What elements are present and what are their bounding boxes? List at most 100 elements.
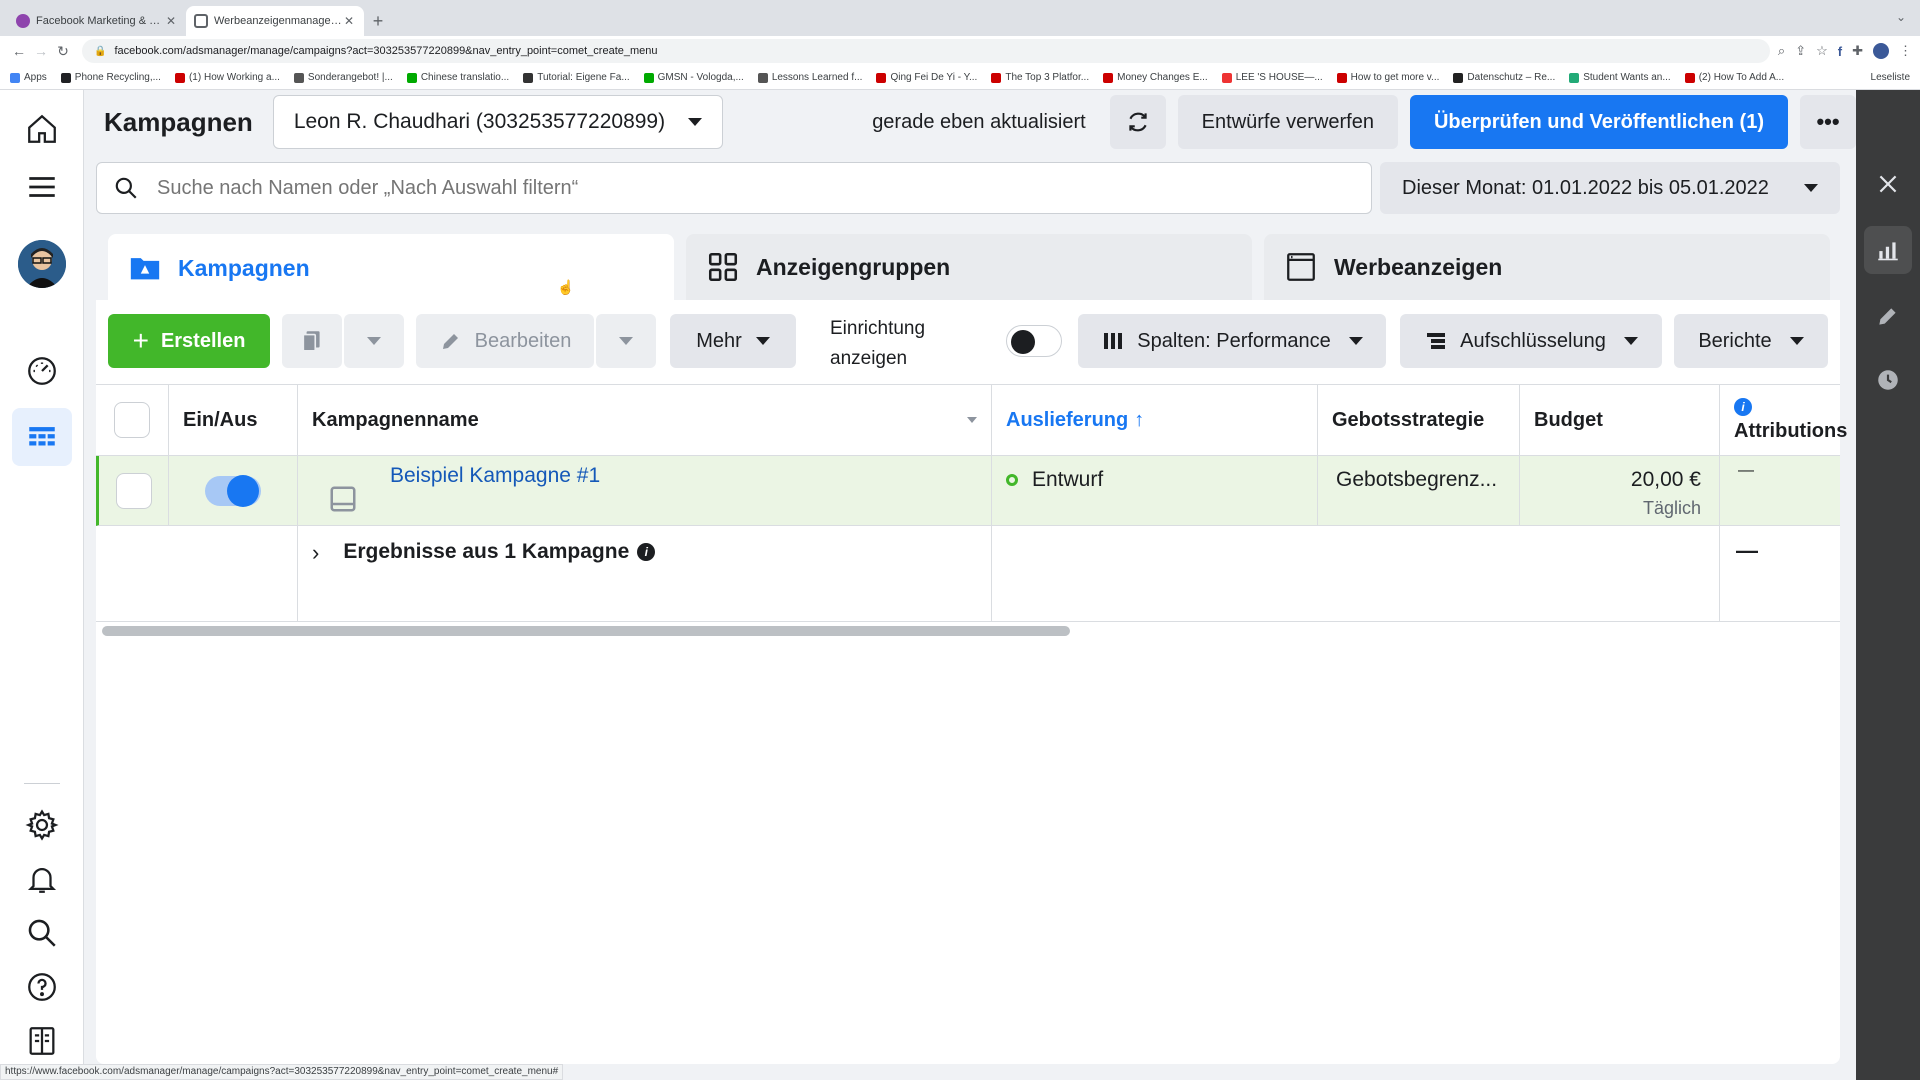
browser-tab-2[interactable]: Werbeanzeigenmanager - Wer ✕	[186, 6, 364, 36]
sidebar-toggle-icon[interactable]	[12, 1012, 72, 1070]
summary-metrics-cell	[992, 526, 1720, 621]
ads-manager-table-icon[interactable]	[12, 408, 72, 466]
account-selector[interactable]: Leon R. Chaudhari (303253577220899)	[272, 95, 723, 149]
col-header-budget[interactable]: Budget	[1520, 385, 1720, 455]
bookmark-item[interactable]: How to get more v...	[1336, 72, 1439, 83]
close-icon[interactable]	[1864, 160, 1912, 208]
tab-close-icon[interactable]: ✕	[342, 14, 356, 28]
bookmark-item[interactable]: LEE 'S HOUSE—...	[1221, 72, 1323, 83]
tab-kampagnen[interactable]: Kampagnen	[108, 234, 674, 302]
chart-icon[interactable]	[1864, 226, 1912, 274]
bookmark-item[interactable]: Apps	[10, 72, 47, 83]
chevron-right-icon[interactable]: ›	[312, 540, 319, 566]
search-box[interactable]	[96, 162, 1372, 214]
bookmark-item[interactable]: Phone Recycling,...	[60, 72, 161, 83]
search-icon[interactable]	[12, 904, 72, 962]
reading-list-button[interactable]: Leseliste	[1871, 72, 1910, 83]
sort-arrow-up-icon: ↑	[1134, 408, 1145, 431]
duplicate-button[interactable]	[282, 314, 342, 368]
refresh-button[interactable]	[1109, 95, 1166, 149]
menu-dots-icon[interactable]: ⋮	[1899, 43, 1912, 59]
info-icon[interactable]: i	[637, 543, 656, 561]
forward-arrow-icon[interactable]: →	[30, 43, 52, 59]
more-button[interactable]: Mehr	[670, 314, 796, 368]
avatar[interactable]	[18, 240, 66, 288]
bookmark-favicon-icon	[876, 72, 887, 83]
bookmark-item[interactable]: Student Wants an...	[1569, 72, 1671, 83]
summary-label-cell[interactable]: › Ergebnisse aus 1 Kampagne i	[298, 526, 992, 621]
row-checkbox[interactable]	[115, 472, 152, 509]
tab-search-chevron-icon[interactable]: ⌄	[1896, 10, 1906, 24]
puzzle-icon[interactable]: ✚	[1852, 43, 1863, 59]
dashboard-gauge-icon[interactable]	[12, 342, 72, 400]
campaign-toggle[interactable]	[205, 474, 261, 507]
tab-werbeanzeigen[interactable]: Werbeanzeigen	[1264, 234, 1830, 300]
home-icon[interactable]	[12, 100, 72, 158]
search-input[interactable]	[157, 176, 1355, 200]
create-button[interactable]: + Erstellen	[108, 314, 270, 368]
breakdown-button[interactable]: Aufschlüsselung	[1400, 314, 1662, 368]
clock-icon[interactable]	[1864, 356, 1912, 404]
col-header-onoff[interactable]: Ein/Aus	[169, 385, 298, 455]
menu-icon[interactable]	[12, 158, 72, 216]
zoom-icon[interactable]: ⌕	[1778, 43, 1785, 59]
tab-anzeigengruppen[interactable]: Anzeigengruppen	[686, 234, 1252, 300]
back-arrow-icon[interactable]: ←	[8, 43, 30, 59]
bookmark-label: (2) How To Add A...	[1698, 72, 1785, 83]
col-header-name[interactable]: Kampagnenname	[298, 385, 992, 455]
col-header-delivery[interactable]: Auslieferung ↑	[992, 385, 1318, 455]
col-header-bid[interactable]: Gebotsstrategie	[1318, 385, 1520, 455]
budget-cell[interactable]: 20,00 € Täglich	[1520, 456, 1720, 525]
facebook-ext-icon[interactable]: f	[1838, 44, 1842, 59]
campaign-name-link[interactable]: Beispiel Kampagne #1	[390, 464, 600, 488]
profile-avatar-icon[interactable]	[1873, 43, 1889, 59]
edit-dropdown-button[interactable]	[596, 314, 656, 368]
edit-button[interactable]: Bearbeiten	[416, 314, 594, 368]
grid-icon	[708, 252, 738, 282]
bookmark-item[interactable]: Qing Fei De Yi - Y...	[876, 72, 977, 83]
more-label: Mehr	[696, 329, 742, 352]
bookmark-favicon-icon	[991, 72, 1002, 83]
sort-chevron-icon[interactable]	[967, 417, 977, 423]
bookmark-item[interactable]: Chinese translatio...	[406, 72, 509, 83]
col-header-attribution[interactable]: i Attributions	[1720, 385, 1847, 455]
bookmark-item[interactable]: Lessons Learned f...	[757, 72, 862, 83]
bookmark-label: Phone Recycling,...	[74, 72, 161, 83]
browser-tab-1[interactable]: Facebook Marketing & Werbea ✕	[8, 6, 186, 36]
columns-button[interactable]: Spalten: Performance	[1078, 314, 1386, 368]
duplicate-dropdown-button[interactable]	[344, 314, 404, 368]
bookmark-item[interactable]: (2) How To Add A...	[1684, 72, 1785, 83]
setup-toggle-switch[interactable]	[1006, 325, 1062, 357]
bookmark-item[interactable]: Datenschutz – Re...	[1453, 72, 1555, 83]
table-row[interactable]: Beispiel Kampagne #1 Entwurf Gebotsbegre…	[96, 456, 1840, 526]
tab-close-icon[interactable]: ✕	[164, 14, 178, 28]
more-options-button[interactable]: •••	[1800, 95, 1856, 149]
bookmark-item[interactable]: Money Changes E...	[1103, 72, 1208, 83]
horizontal-scrollbar[interactable]	[102, 626, 1070, 636]
discard-drafts-button[interactable]: Entwürfe verwerfen	[1177, 95, 1398, 149]
help-icon[interactable]	[12, 958, 72, 1016]
columns-label: Spalten: Performance	[1137, 329, 1331, 352]
pencil-icon[interactable]	[1864, 292, 1912, 340]
bookmark-item[interactable]: GMSN - Vologda,...	[643, 72, 744, 83]
summary-row: › Ergebnisse aus 1 Kampagne i —	[96, 526, 1840, 622]
gear-icon[interactable]	[12, 796, 72, 854]
bell-icon[interactable]	[12, 850, 72, 908]
star-icon[interactable]: ☆	[1816, 43, 1828, 59]
bookmark-item[interactable]: The Top 3 Platfor...	[991, 72, 1089, 83]
duplicate-icon	[302, 331, 320, 352]
info-icon[interactable]: i	[1734, 397, 1752, 416]
bookmark-item[interactable]: Tutorial: Eigene Fa...	[523, 72, 630, 83]
bookmark-favicon-icon	[757, 72, 768, 83]
reload-icon[interactable]: ↻	[52, 43, 74, 60]
share-icon[interactable]: ⇪	[1795, 43, 1806, 59]
date-range-selector[interactable]: Dieser Monat: 01.01.2022 bis 05.01.2022	[1380, 162, 1840, 214]
review-publish-button[interactable]: Überprüfen und Veröffentlichen (1)	[1409, 95, 1788, 149]
right-panel	[1856, 90, 1920, 1080]
new-tab-button[interactable]: +	[364, 6, 392, 36]
bookmark-item[interactable]: Sonderangebot! |...	[293, 72, 393, 83]
select-all-checkbox[interactable]	[114, 402, 150, 438]
reports-button[interactable]: Berichte	[1674, 314, 1828, 368]
url-field[interactable]: 🔒 facebook.com/adsmanager/manage/campaig…	[82, 39, 1770, 63]
bookmark-item[interactable]: (1) How Working a...	[174, 72, 280, 83]
